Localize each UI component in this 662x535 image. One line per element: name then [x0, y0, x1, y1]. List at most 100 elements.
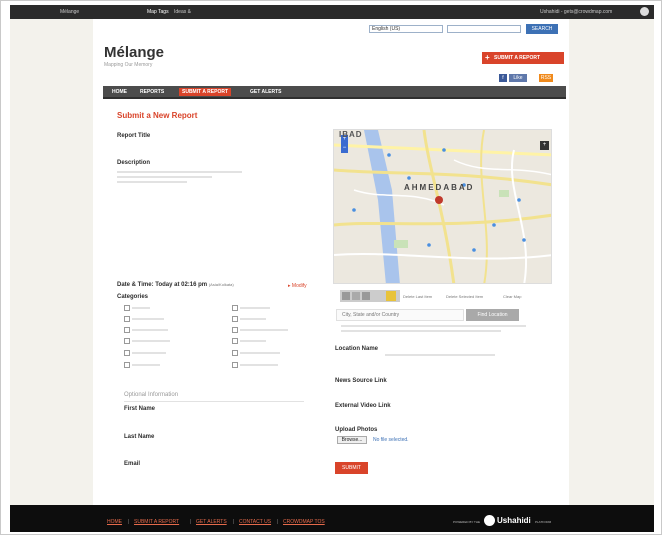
footer-link-home[interactable]: HOME — [107, 519, 122, 525]
form-title: Submit a New Report — [117, 111, 198, 120]
map-draw-tools — [340, 290, 400, 302]
zoom-out-icon[interactable]: − — [341, 144, 348, 153]
nav-get-alerts[interactable]: GET ALERTS — [250, 89, 281, 95]
rss-icon[interactable]: RSS — [539, 74, 553, 82]
layer-switcher-icon[interactable]: + — [540, 141, 549, 150]
map-toolbar: Delete Last Item Delete Selected Item Cl… — [340, 290, 560, 302]
location-map[interactable] — [333, 129, 552, 284]
video-link-input[interactable] — [335, 412, 515, 422]
first-name-input[interactable] — [124, 415, 294, 425]
clear-map-link[interactable]: Clear Map — [503, 294, 521, 299]
category-label — [240, 340, 266, 342]
nav-submit-report[interactable]: SUBMIT A REPORT — [179, 88, 232, 96]
search-button[interactable]: SEARCH — [526, 24, 558, 34]
category-label — [132, 307, 150, 309]
topbar-account[interactable]: Ushahidi - gets@crowdmap.com — [540, 9, 612, 15]
description-hint — [117, 181, 187, 183]
timezone-note: (Asia/Kolkata) — [208, 282, 234, 287]
categories-label: Categories — [117, 294, 149, 300]
optional-info-label: Optional Information — [124, 392, 179, 398]
category-label — [240, 318, 266, 320]
category-label — [240, 329, 288, 331]
main-nav: HOME REPORTS SUBMIT A REPORT GET ALERTS — [103, 86, 566, 99]
no-file-label: No file selected. — [373, 437, 409, 443]
category-label — [132, 364, 160, 366]
location-name-input[interactable] — [335, 359, 515, 369]
ushahidi-brand[interactable]: Ushahidi — [497, 516, 531, 525]
category-checkbox[interactable] — [232, 338, 238, 344]
facebook-icon[interactable]: f — [499, 74, 507, 82]
category-label — [132, 340, 170, 342]
submit-button[interactable]: SUBMIT — [335, 462, 368, 474]
category-checkbox[interactable] — [124, 327, 130, 333]
first-name-label: First Name — [124, 406, 156, 412]
location-hint — [341, 325, 526, 327]
find-location-button[interactable]: Find Location — [466, 309, 519, 321]
pan-tool-icon[interactable] — [342, 292, 350, 300]
map-canvas — [334, 130, 551, 283]
modify-label: Modify — [291, 283, 307, 289]
email-input[interactable] — [124, 470, 294, 480]
location-search-input[interactable]: City, State and/or Country — [336, 309, 464, 321]
topbar-ideas[interactable]: Ideas & — [174, 9, 191, 15]
delete-selected-item-link[interactable]: Delete Selected Item — [446, 294, 483, 299]
category-checkbox[interactable] — [232, 350, 238, 356]
delete-last-item-link[interactable]: Delete Last Item — [403, 294, 432, 299]
category-label — [240, 352, 280, 354]
report-title-input[interactable] — [117, 143, 317, 153]
news-source-label: News Source Link — [335, 378, 387, 384]
datetime-line: Date & Time: Today at 02:16 pm (Asia/Kol… — [117, 282, 234, 288]
category-checkbox[interactable] — [232, 327, 238, 333]
footer-link-contact-us[interactable]: CONTACT US — [239, 519, 271, 525]
email-label: Email — [124, 461, 141, 467]
facebook-like-button[interactable]: Like — [509, 74, 527, 82]
nav-reports[interactable]: REPORTS — [140, 89, 164, 95]
video-link-label: External Video Link — [335, 403, 391, 409]
submit-report-header-label: SUBMIT A REPORT — [494, 55, 541, 61]
polygon-tool-icon[interactable] — [352, 292, 360, 300]
last-name-input[interactable] — [124, 443, 294, 453]
map-label-ibad: IBAD — [339, 130, 363, 139]
search-input[interactable] — [447, 25, 521, 33]
footer-link-crowdmap-tos[interactable]: CROWDMAP TOS — [283, 519, 325, 525]
category-checkbox[interactable] — [124, 305, 130, 311]
browse-button[interactable]: Browse... — [337, 436, 367, 444]
modify-datetime-link[interactable]: ▸ Modify — [288, 283, 307, 289]
category-checkbox[interactable] — [124, 362, 130, 368]
footer-link-get-alerts[interactable]: GET ALERTS — [196, 519, 227, 525]
category-label — [132, 318, 164, 320]
user-avatar-icon[interactable] — [640, 7, 649, 16]
category-label — [132, 352, 166, 354]
topbar-map-tags[interactable]: Map Tags — [147, 9, 169, 15]
datetime-label: Date & Time: Today at 02:16 pm — [117, 282, 208, 288]
social-buttons: f Like RSS — [499, 74, 563, 82]
point-tool-icon[interactable] — [386, 291, 396, 301]
location-name-hint — [385, 354, 495, 356]
ushahidi-logo-icon[interactable] — [484, 515, 495, 526]
description-textarea[interactable] — [117, 186, 317, 271]
footer-separator: | — [190, 519, 192, 525]
category-checkbox[interactable] — [232, 316, 238, 322]
site-title[interactable]: Mélange — [104, 44, 164, 61]
upload-photos-label: Upload Photos — [335, 427, 378, 433]
last-name-label: Last Name — [124, 434, 155, 440]
topbar-site-link[interactable]: Mélange — [60, 9, 79, 15]
category-checkbox[interactable] — [232, 362, 238, 368]
site-tagline: Mapping Our Memory — [104, 62, 153, 68]
nav-home[interactable]: HOME — [112, 89, 127, 95]
category-checkbox[interactable] — [124, 350, 130, 356]
submit-report-header-button[interactable]: + SUBMIT A REPORT — [482, 52, 564, 64]
news-source-input[interactable] — [335, 387, 515, 397]
category-label — [132, 329, 168, 331]
category-checkbox[interactable] — [124, 316, 130, 322]
language-select[interactable]: English (US) — [369, 25, 443, 33]
section-divider — [124, 401, 304, 402]
category-checkbox[interactable] — [124, 338, 130, 344]
category-label — [240, 364, 278, 366]
report-title-label: Report Title — [117, 133, 151, 139]
plus-icon: + — [485, 53, 490, 62]
category-checkbox[interactable] — [232, 305, 238, 311]
footer-link-submit-report[interactable]: SUBMIT A REPORT — [134, 519, 179, 525]
description-hint — [117, 176, 212, 178]
line-tool-icon[interactable] — [362, 292, 370, 300]
